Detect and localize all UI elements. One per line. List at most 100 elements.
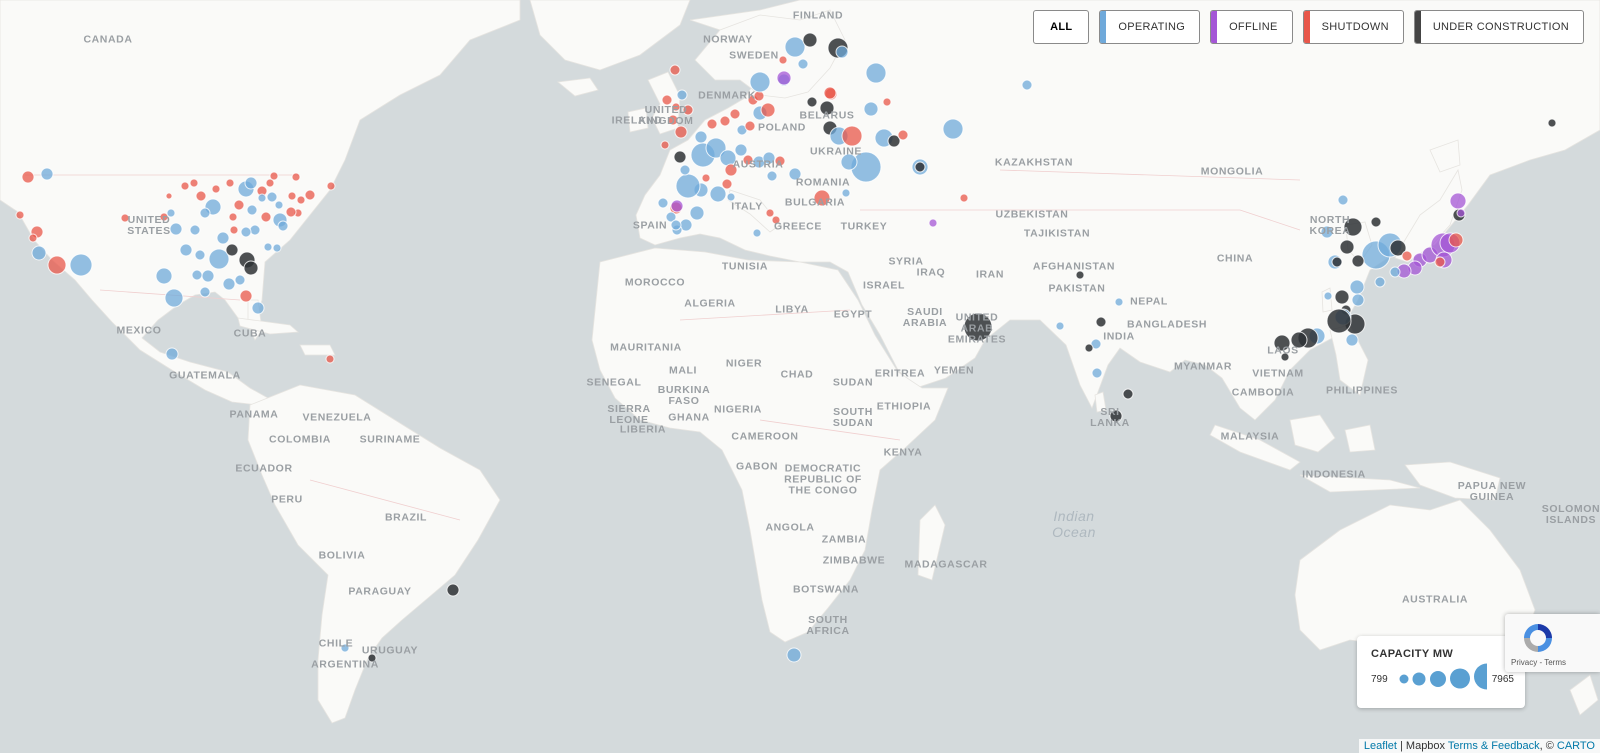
shutdown-plant-marker[interactable] [701, 173, 711, 183]
operating-plant-marker[interactable] [257, 193, 267, 203]
shutdown-plant-marker[interactable] [225, 178, 235, 188]
construction-plant-marker[interactable] [1547, 118, 1557, 128]
shutdown-plant-marker[interactable] [47, 255, 67, 275]
operating-plant-marker[interactable] [222, 277, 236, 291]
operating-plant-marker[interactable] [166, 208, 176, 218]
shutdown-plant-marker[interactable] [21, 170, 35, 184]
operating-plant-marker[interactable] [1091, 367, 1103, 379]
operating-plant-marker[interactable] [194, 249, 206, 261]
construction-plant-marker[interactable] [1273, 334, 1291, 352]
operating-plant-marker[interactable] [670, 219, 682, 231]
operating-plant-marker[interactable] [1345, 333, 1359, 347]
operating-plant-marker[interactable] [694, 130, 708, 144]
shutdown-plant-marker[interactable] [674, 125, 688, 139]
shutdown-plant-marker[interactable] [721, 178, 733, 190]
operating-plant-marker[interactable] [1389, 266, 1401, 278]
operating-plant-marker[interactable] [165, 347, 179, 361]
operating-plant-marker[interactable] [749, 71, 771, 93]
operating-plant-marker[interactable] [266, 191, 278, 203]
operating-plant-marker[interactable] [69, 253, 93, 277]
shutdown-plant-marker[interactable] [326, 181, 336, 191]
operating-plant-marker[interactable] [762, 151, 776, 165]
shutdown-plant-marker[interactable] [285, 206, 297, 218]
mapbox-terms-link[interactable]: Terms & Feedback [1448, 740, 1540, 752]
operating-plant-marker[interactable] [726, 192, 736, 202]
operating-plant-marker[interactable] [251, 301, 265, 315]
operating-plant-marker[interactable] [734, 143, 748, 157]
shutdown-plant-marker[interactable] [813, 189, 831, 207]
shutdown-plant-marker[interactable] [774, 155, 786, 167]
filter-offline-button[interactable]: OFFLINE [1210, 10, 1293, 44]
operating-plant-marker[interactable] [277, 220, 289, 232]
construction-plant-marker[interactable] [963, 312, 993, 342]
shutdown-plant-marker[interactable] [291, 172, 301, 182]
shutdown-plant-marker[interactable] [325, 354, 335, 364]
shutdown-plant-marker[interactable] [882, 97, 892, 107]
shutdown-plant-marker[interactable] [744, 120, 756, 132]
operating-plant-marker[interactable] [1114, 297, 1124, 307]
shutdown-plant-marker[interactable] [660, 140, 670, 150]
operating-plant-marker[interactable] [863, 101, 879, 117]
shutdown-plant-marker[interactable] [287, 191, 297, 201]
construction-plant-marker[interactable] [225, 243, 239, 257]
operating-plant-marker[interactable] [201, 269, 215, 283]
shutdown-plant-marker[interactable] [165, 192, 173, 200]
shutdown-plant-marker[interactable] [897, 129, 909, 141]
shutdown-plant-marker[interactable] [229, 225, 239, 235]
operating-plant-marker[interactable] [676, 89, 688, 101]
operating-plant-marker[interactable] [244, 176, 258, 190]
shutdown-plant-marker[interactable] [719, 115, 731, 127]
construction-plant-marker[interactable] [914, 161, 926, 173]
shutdown-plant-marker[interactable] [682, 104, 694, 116]
recaptcha-badge[interactable]: Privacy - Terms [1505, 614, 1600, 672]
construction-plant-marker[interactable] [1370, 216, 1382, 228]
operating-plant-marker[interactable] [31, 245, 47, 261]
operating-plant-marker[interactable] [766, 170, 778, 182]
construction-plant-marker[interactable] [819, 100, 835, 116]
construction-plant-marker[interactable] [1290, 331, 1308, 349]
filter-all-button[interactable]: ALL [1033, 10, 1090, 44]
operating-plant-marker[interactable] [1323, 291, 1333, 301]
operating-plant-marker[interactable] [164, 288, 184, 308]
shutdown-plant-marker[interactable] [760, 102, 776, 118]
construction-plant-marker[interactable] [1326, 308, 1352, 334]
construction-plant-marker[interactable] [1095, 316, 1107, 328]
construction-plant-marker[interactable] [1331, 256, 1343, 268]
shutdown-plant-marker[interactable] [239, 289, 253, 303]
operating-plant-marker[interactable] [179, 243, 193, 257]
construction-plant-marker[interactable] [1122, 388, 1134, 400]
construction-plant-marker[interactable] [367, 653, 377, 663]
operating-plant-marker[interactable] [679, 164, 691, 176]
shutdown-plant-marker[interactable] [771, 215, 781, 225]
filter-under-construction-button[interactable]: UNDER CONSTRUCTION [1413, 10, 1584, 44]
offline-plant-marker[interactable] [1449, 192, 1467, 210]
offline-plant-marker[interactable] [776, 70, 792, 86]
operating-plant-marker[interactable] [263, 242, 273, 252]
shutdown-plant-marker[interactable] [260, 211, 272, 223]
operating-plant-marker[interactable] [841, 188, 851, 198]
operating-plant-marker[interactable] [274, 200, 284, 210]
shutdown-plant-marker[interactable] [753, 90, 765, 102]
operating-plant-marker[interactable] [199, 286, 211, 298]
offline-plant-marker[interactable] [1456, 208, 1466, 218]
operating-plant-marker[interactable] [675, 173, 701, 199]
shutdown-plant-marker[interactable] [180, 181, 190, 191]
construction-plant-marker[interactable] [1351, 254, 1365, 268]
construction-plant-marker[interactable] [1334, 289, 1350, 305]
operating-plant-marker[interactable] [1349, 279, 1365, 295]
shutdown-plant-marker[interactable] [671, 102, 681, 112]
construction-plant-marker[interactable] [1343, 217, 1363, 237]
shutdown-plant-marker[interactable] [269, 171, 279, 181]
construction-plant-marker[interactable] [1109, 409, 1123, 423]
shutdown-plant-marker[interactable] [189, 178, 199, 188]
operating-plant-marker[interactable] [788, 167, 802, 181]
construction-plant-marker[interactable] [1280, 352, 1290, 362]
operating-plant-marker[interactable] [189, 224, 201, 236]
shutdown-plant-marker[interactable] [841, 125, 863, 147]
shutdown-plant-marker[interactable] [195, 190, 207, 202]
operating-plant-marker[interactable] [199, 207, 211, 219]
operating-plant-marker[interactable] [865, 62, 887, 84]
construction-plant-marker[interactable] [1084, 343, 1094, 353]
operating-plant-marker[interactable] [1337, 194, 1349, 206]
operating-plant-marker[interactable] [689, 205, 705, 221]
